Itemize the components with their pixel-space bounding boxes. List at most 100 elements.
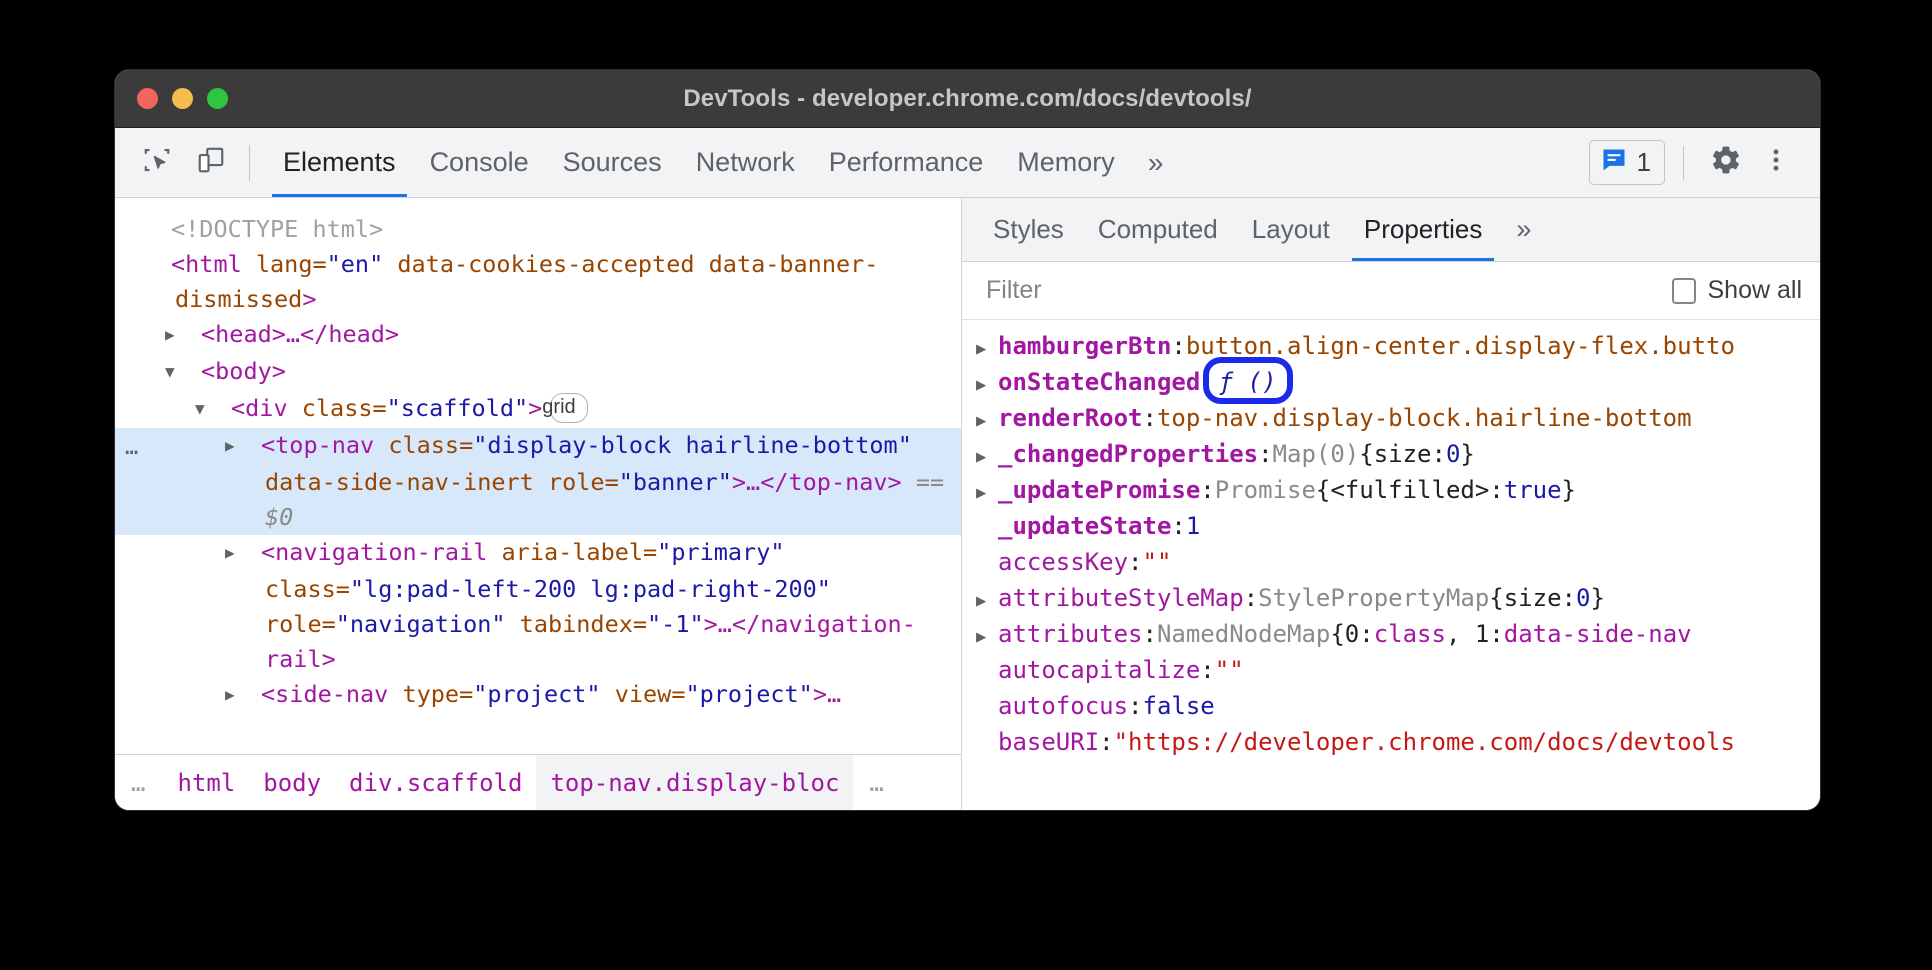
grid-badge[interactable]: grid — [550, 393, 587, 423]
breadcrumb-item-2[interactable]: body — [249, 755, 335, 810]
breadcrumb-item-3[interactable]: div.scaffold — [335, 755, 536, 810]
property-row[interactable]: ▶_updatePromise: Promise {<fulfilled>: t… — [962, 474, 1820, 510]
breadcrumb-item-1[interactable]: html — [163, 755, 249, 810]
dom-token-tag: <html — [171, 250, 256, 278]
tab-console[interactable]: Console — [413, 128, 546, 197]
property-value: "https://developer.chrome.com/docs/devto… — [1114, 726, 1735, 759]
dom-token-val: "banner" — [619, 468, 732, 496]
settings-button[interactable] — [1702, 139, 1750, 187]
dom-node-doctype[interactable]: <!DOCTYPE html> — [115, 212, 961, 247]
more-panels-button[interactable]: » — [1132, 128, 1178, 197]
more-options-button[interactable] — [1752, 139, 1800, 187]
dom-token-attr: = — [312, 250, 326, 278]
property-row[interactable]: ▶attributeStyleMap: StylePropertyMap {si… — [962, 582, 1820, 618]
traffic-light-controls — [115, 88, 228, 109]
property-colon: : — [1128, 546, 1142, 579]
property-row[interactable]: ▶autocapitalize: "" — [962, 654, 1820, 690]
tab-layout[interactable]: Layout — [1235, 198, 1347, 261]
property-row[interactable]: ▶onStateChanged: ƒ () — [962, 366, 1820, 402]
dom-node-top-nav[interactable]: …▶<top-nav class="display-block hairline… — [115, 428, 961, 535]
dom-node-head[interactable]: ▶<head>…</head> — [115, 317, 961, 354]
expand-triangle-icon[interactable]: ▶ — [976, 477, 998, 510]
expand-triangle-icon[interactable]: ▶ — [976, 441, 998, 474]
dom-token-attr: = — [605, 468, 619, 496]
function-value: ƒ () — [1215, 366, 1281, 399]
property-row[interactable]: ▶hamburgerBtn: button.align-center.displ… — [962, 330, 1820, 366]
property-value: {size: — [1359, 438, 1446, 471]
toolbar-right-divider — [1683, 146, 1684, 180]
breadcrumb-overflow[interactable]: … — [115, 755, 163, 810]
property-name: accessKey — [998, 546, 1128, 579]
property-row[interactable]: ▶_updateState: 1 — [962, 510, 1820, 546]
expand-triangle-icon[interactable]: ▶ — [976, 405, 998, 438]
dom-node-line: ▼<body> — [115, 354, 951, 391]
dom-token-dollar: == — [902, 468, 959, 496]
property-row[interactable]: ▶_changedProperties: Map(0) {size: 0} — [962, 438, 1820, 474]
property-colon: : — [1128, 690, 1142, 723]
property-row[interactable]: ▶autofocus: false — [962, 690, 1820, 726]
dom-token-dollar: $0 — [265, 503, 293, 531]
expand-triangle-icon[interactable]: ▶ — [976, 621, 998, 654]
tab-properties[interactable]: Properties — [1347, 198, 1500, 261]
tab-computed[interactable]: Computed — [1081, 198, 1235, 261]
minimize-window-button[interactable] — [172, 88, 193, 109]
dom-token-val: "display-block hairline-bottom" — [473, 431, 912, 459]
tab-sources[interactable]: Sources — [546, 128, 679, 197]
dom-node-side-nav[interactable]: ▶<side-nav type="project" view="project"… — [115, 677, 961, 714]
collapse-triangle-icon[interactable]: ▼ — [215, 391, 231, 426]
collapse-triangle-icon[interactable]: ▼ — [185, 354, 201, 389]
show-all-label: Show all — [1708, 276, 1803, 305]
device-toolbar-button[interactable] — [187, 139, 235, 187]
breadcrumb-item-4[interactable]: top-nav.display-bloc — [536, 755, 853, 810]
breadcrumb-overflow[interactable]: … — [853, 755, 901, 810]
expand-triangle-icon[interactable]: ▶ — [245, 428, 261, 463]
property-name: baseURI — [998, 726, 1099, 759]
property-row[interactable]: ▶renderRoot: top-nav.display-block.hairl… — [962, 402, 1820, 438]
dom-token-attr: = — [671, 680, 685, 708]
maximize-window-button[interactable] — [207, 88, 228, 109]
property-value: false — [1143, 690, 1215, 723]
dom-node-div-scaffold[interactable]: ▼<div class="scaffold">grid — [115, 391, 961, 428]
tab-performance[interactable]: Performance — [812, 128, 1001, 197]
issues-badge-button[interactable]: 1 — [1589, 140, 1665, 185]
dom-tree[interactable]: <!DOCTYPE html><html lang="en" data-cook… — [115, 198, 961, 754]
property-value: Promise — [1215, 474, 1316, 507]
node-overflow-indicator[interactable]: … — [125, 430, 140, 465]
expand-triangle-icon[interactable]: ▶ — [245, 535, 261, 570]
window-title: DevTools - developer.chrome.com/docs/dev… — [115, 85, 1820, 113]
devtools-body: <!DOCTYPE html><html lang="en" data-cook… — [115, 198, 1820, 810]
sidebar-tab-label: Layout — [1252, 214, 1330, 245]
property-name: renderRoot — [998, 402, 1143, 435]
property-row[interactable]: ▶attributes: NamedNodeMap {0: class, 1: … — [962, 618, 1820, 654]
tab-styles[interactable]: Styles — [976, 198, 1081, 261]
property-row[interactable]: ▶accessKey: "" — [962, 546, 1820, 582]
breadcrumb: …htmlbodydiv.scaffoldtop-nav.display-blo… — [115, 754, 961, 810]
inspect-element-button[interactable] — [133, 139, 181, 187]
tab-memory[interactable]: Memory — [1000, 128, 1132, 197]
properties-list[interactable]: ▶hamburgerBtn: button.align-center.displ… — [962, 320, 1820, 810]
dom-node-html[interactable]: <html lang="en" data-cookies-accepted da… — [115, 247, 961, 317]
property-value: 1 — [1186, 510, 1200, 543]
show-all-checkbox[interactable] — [1672, 278, 1696, 304]
dom-node-body[interactable]: ▼<body> — [115, 354, 961, 391]
tab-label: Memory — [1017, 147, 1115, 178]
expand-triangle-icon[interactable]: ▶ — [976, 585, 998, 618]
more-sidebar-tabs-button[interactable]: » — [1499, 198, 1546, 261]
show-all-toggle[interactable]: Show all — [1672, 276, 1803, 305]
property-row[interactable]: ▶baseURI: "https://developer.chrome.com/… — [962, 726, 1820, 762]
expand-triangle-icon[interactable]: ▶ — [976, 333, 998, 366]
dom-node-navigation-rail[interactable]: ▶<navigation-rail aria-label="primary" c… — [115, 535, 961, 677]
dom-token-attr: class — [302, 394, 373, 422]
expand-triangle-icon[interactable]: ▶ — [245, 677, 261, 712]
expand-triangle-icon[interactable]: ▶ — [185, 317, 201, 352]
property-colon: : — [1099, 726, 1113, 759]
expand-triangle-icon[interactable]: ▶ — [976, 369, 998, 402]
elements-panel: <!DOCTYPE html><html lang="en" data-cook… — [115, 198, 962, 810]
tab-elements[interactable]: Elements — [266, 128, 413, 197]
filter-input[interactable] — [986, 276, 1672, 305]
property-value: Map(0) — [1273, 438, 1360, 471]
tab-network[interactable]: Network — [679, 128, 812, 197]
close-window-button[interactable] — [137, 88, 158, 109]
property-colon: : — [1171, 510, 1185, 543]
property-colon: : — [1200, 654, 1214, 687]
